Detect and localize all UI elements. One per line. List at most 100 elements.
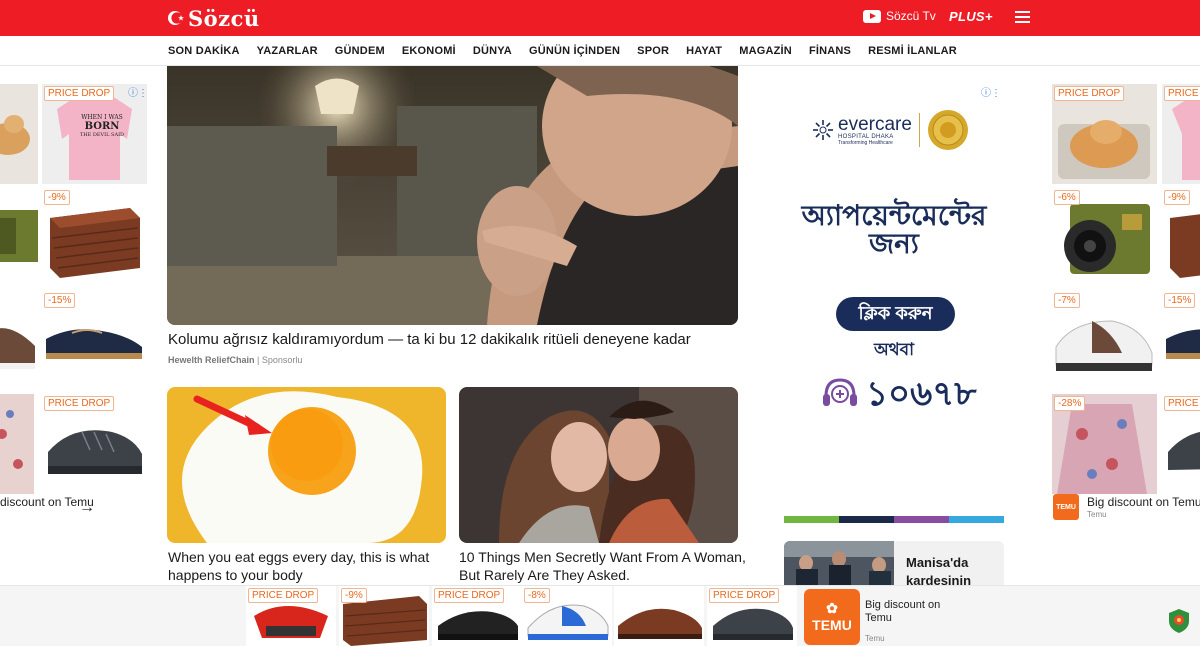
price-tag: -7% (1054, 293, 1080, 308)
price-tag: PRICE (1164, 396, 1200, 411)
sticky-product[interactable]: PRICE DROP (246, 586, 336, 646)
headset-icon (823, 378, 857, 406)
product-tile[interactable]: -6% (1052, 188, 1157, 288)
ad-phone[interactable]: ১০৬৭৮ (820, 374, 976, 414)
sticky-product[interactable]: -9% (339, 586, 429, 646)
crescent-star-icon (166, 8, 186, 28)
right-ad-rail[interactable]: PRICE DROP PRICE -6% -9% -7% -15% -28% P… (1050, 84, 1200, 524)
price-tag: PRICE (1164, 86, 1200, 101)
temu-logo[interactable]: ✿ TEMU (804, 589, 860, 645)
sun-icon (813, 120, 833, 140)
egg-image[interactable] (167, 387, 446, 543)
nav-item[interactable]: HAYAT (686, 45, 722, 57)
news-thumbnail (784, 541, 894, 591)
price-tag: -28% (1054, 396, 1086, 411)
sticky-title[interactable]: Big discount on Temu (865, 599, 955, 625)
price-tag: -9% (341, 588, 367, 603)
news-title-line: Manisa'da (906, 555, 969, 570)
price-tag: PRICE DROP (709, 588, 780, 603)
price-tag: -15% (44, 293, 76, 308)
price-tag: -8% (524, 588, 550, 603)
price-tag: PRICE DROP (44, 86, 115, 101)
shirt-text: THE DEVIL SAID (79, 132, 125, 138)
ad-info-icon[interactable]: ⓘ⋮ (981, 84, 1001, 99)
product-tile[interactable]: -15% (1162, 291, 1200, 391)
price-tag: -15% (1164, 293, 1196, 308)
product-tile[interactable]: PRICE DROP WHEN I WAS BORN THE DEVIL SAI… (42, 84, 147, 184)
nav-item[interactable]: SPOR (637, 45, 669, 57)
product-tile[interactable] (0, 394, 38, 494)
product-tile[interactable]: -28% (1052, 394, 1157, 494)
nav-item[interactable]: YAZARLAR (257, 45, 318, 57)
stripe-segment (784, 516, 839, 523)
phone-number: ১০৬৭৮ (866, 375, 977, 413)
sticky-product[interactable] (614, 586, 704, 646)
nav-item[interactable]: DÜNYA (473, 45, 512, 57)
nav-item[interactable]: GÜNÜN İÇİNDEN (529, 45, 620, 57)
price-tag: PRICE DROP (44, 396, 115, 411)
shirt-text: BORN (84, 121, 120, 132)
rail-footer-text[interactable]: Big discount on Temu (1087, 495, 1200, 509)
nav-item[interactable]: FİNANS (809, 45, 851, 57)
product-tile[interactable]: -9% (42, 188, 147, 288)
main-nav: SON DAKİKA YAZARLAR GÜNDEM EKONOMİ DÜNYA GÜNÜ… (0, 36, 1200, 66)
card-headline[interactable]: When you eat eggs every day, this is wha… (168, 548, 458, 584)
price-tag: PRICE DROP (1054, 86, 1125, 101)
sponsor-label: Sponsorlu (261, 355, 303, 365)
product-tile[interactable]: PRICE DROP (42, 394, 147, 494)
cta-button[interactable]: ক্লিক করুন (836, 297, 955, 331)
ad-info-icon[interactable]: ⓘ⋮ (128, 84, 148, 99)
product-tile[interactable]: PRICE DROP (1052, 84, 1157, 184)
evercare-brand: evercare (838, 113, 912, 135)
shirt-text: WHEN I WAS (81, 114, 123, 121)
temu-logo-icon: TEMU (1053, 494, 1079, 520)
sponsor-name: Hewelth ReliefChain (168, 355, 255, 365)
gold-seal-icon (927, 110, 968, 150)
youtube-icon (863, 9, 881, 23)
product-tile[interactable] (0, 291, 38, 391)
evercare-tag: Transforming Healthcare (838, 139, 893, 146)
stripe-segment (949, 516, 1004, 523)
price-tag: -9% (44, 190, 70, 205)
price-tag: -6% (1054, 190, 1080, 205)
news-card[interactable]: Manisa'da kardeşinin (784, 541, 1004, 591)
card-headline[interactable]: 10 Things Men Secretly Want From A Woman… (459, 548, 749, 584)
stripe-segment (839, 516, 894, 523)
menu-icon[interactable] (1015, 11, 1030, 23)
price-tag: PRICE DROP (434, 588, 505, 603)
sticky-sub: Temu (865, 634, 885, 643)
tv-label: Sözcü Tv (886, 9, 936, 23)
security-shield-icon[interactable] (1168, 608, 1190, 634)
product-tile[interactable]: -9% (1162, 188, 1200, 288)
nav-item[interactable]: EKONOMİ (402, 45, 456, 57)
product-tile[interactable] (0, 84, 38, 184)
temu-glyph-icon: ✿ (826, 600, 838, 616)
product-tile[interactable]: -7% (1052, 291, 1157, 391)
sticky-product[interactable]: -8% (522, 586, 612, 646)
product-tile[interactable]: -15% (42, 291, 147, 391)
product-tile[interactable] (0, 188, 38, 288)
hospital-ad[interactable]: ⓘ⋮ evercare HOSPITAL DHAKA Transforming … (784, 84, 1004, 514)
nav-item[interactable]: MAGAZİN (739, 45, 792, 57)
plus-link[interactable]: PLUS+ (949, 9, 993, 24)
sticky-product[interactable]: PRICE DROP (432, 586, 522, 646)
arrow-right-icon[interactable]: → (79, 499, 95, 517)
temu-label: TEMU (812, 617, 852, 633)
site-logo[interactable]: Sözcü (166, 5, 260, 31)
sozcu-tv-link[interactable]: Sözcü Tv (863, 9, 936, 23)
hero-sponsor[interactable]: Hewelth ReliefChain | Sponsorlu (168, 355, 302, 365)
nav-item[interactable]: SON DAKİKA (168, 45, 240, 57)
stripe-segment (894, 516, 949, 523)
price-tag: PRICE DROP (248, 588, 319, 603)
product-tile[interactable]: PRICE (1162, 84, 1200, 184)
hero-headline[interactable]: Kolumu ağrısız kaldıramıyordum — ta ki b… (168, 331, 738, 348)
ad-or: অথবা (873, 340, 915, 359)
ad-headline: অ্যাপয়েন্টমেন্টের জন্য (801, 200, 987, 259)
sticky-product[interactable]: PRICE DROP (707, 586, 797, 646)
hero-image[interactable] (167, 66, 738, 325)
nav-item[interactable]: RESMİ İLANLAR (868, 45, 957, 57)
nav-item[interactable]: GÜNDEM (335, 45, 385, 57)
product-tile[interactable]: PRICE (1162, 394, 1200, 494)
color-stripe (784, 516, 1004, 523)
couple-image[interactable] (459, 387, 738, 543)
